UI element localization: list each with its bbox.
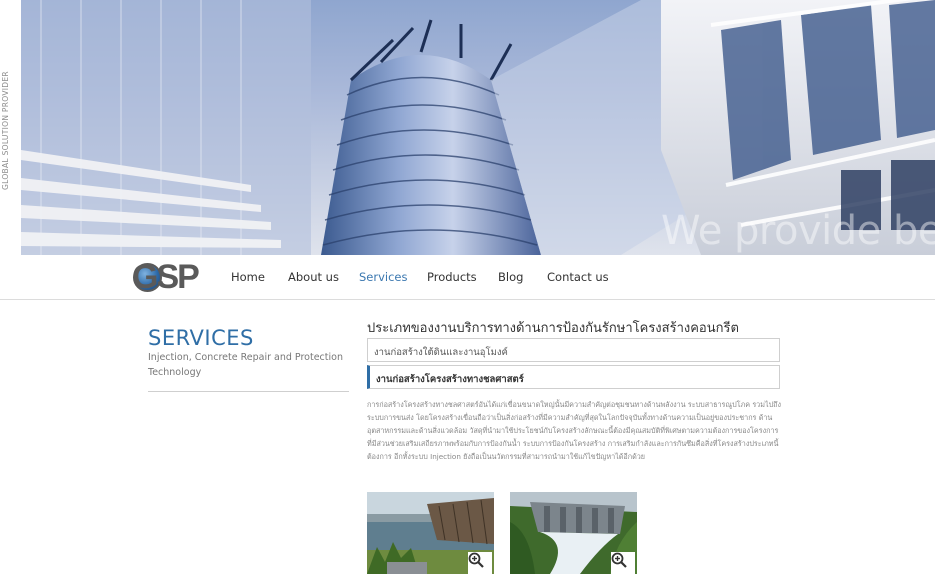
hero-caption: We provide bes (661, 208, 935, 254)
nav-services[interactable]: Services (359, 270, 408, 284)
thumbnail-dam-2[interactable] (510, 492, 637, 574)
tab-underground-tunnel[interactable]: งานก่อสร้างใต้ดินและงานอุโมงค์ (367, 338, 780, 362)
logo-text: GSP (132, 258, 200, 296)
nav-home[interactable]: Home (231, 270, 265, 284)
hero-banner: We provide bes (21, 0, 935, 255)
page-title: ประเภทของงานบริการทางด้านการป้องกันรักษา… (367, 321, 739, 336)
section-subtitle: Injection, Concrete Repair and Protectio… (148, 352, 343, 378)
tab-hydraulic-structures[interactable]: งานก่อสร้างโครงสร้างทางชลศาสตร์ (367, 365, 780, 389)
thumbnail-dam-1[interactable] (367, 492, 494, 574)
nav-blog[interactable]: Blog (498, 270, 523, 284)
page: GLOBAL SOLUTION PROVIDER We provide bes … (0, 0, 935, 578)
sidebar-divider (148, 391, 349, 392)
gsp-logo[interactable]: GSP (132, 260, 202, 294)
nav-about-us[interactable]: About us (288, 270, 339, 284)
side-tagline: GLOBAL SOLUTION PROVIDER (1, 71, 10, 190)
nav-contact-us[interactable]: Contact us (547, 270, 609, 284)
body-paragraph: การก่อสร้างโครงสร้างทางชลศาสตร์อันได้แก่… (367, 400, 781, 461)
nav-products[interactable]: Products (427, 270, 477, 284)
magnifier-plus-icon[interactable] (468, 552, 492, 574)
section-title: SERVICES (148, 326, 254, 350)
magnifier-plus-icon[interactable] (611, 552, 635, 574)
